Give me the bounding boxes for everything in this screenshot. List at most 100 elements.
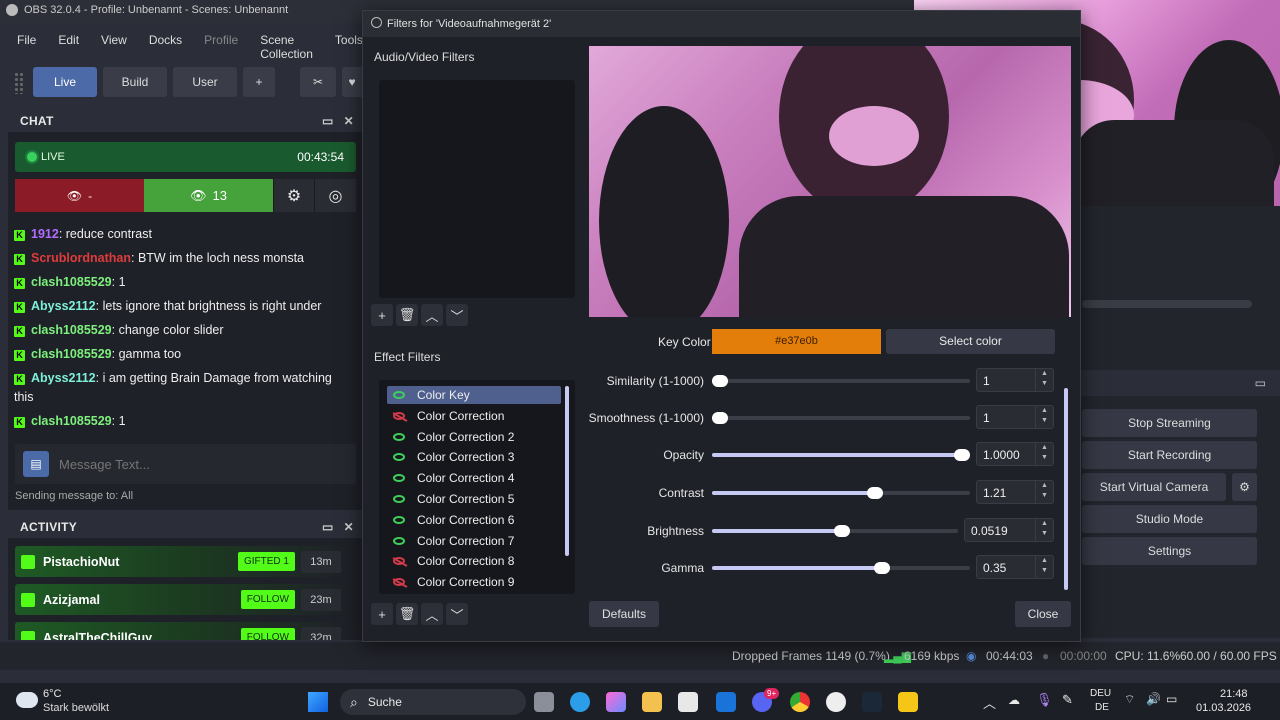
eye-off-icon[interactable] [393, 557, 405, 566]
chrome-icon[interactable] [790, 692, 810, 712]
wifi-icon[interactable]: ⌔ [1124, 692, 1135, 707]
eye-icon[interactable] [393, 515, 405, 524]
app-icon[interactable] [898, 692, 918, 712]
eye-icon[interactable] [393, 391, 405, 399]
move-up-icon[interactable]: ︿ [421, 603, 443, 625]
task-view-icon[interactable] [534, 692, 554, 712]
spin-arrows-icon[interactable]: ▲ ▼ [1035, 519, 1053, 541]
cloud-icon[interactable]: ☁ [1008, 693, 1020, 707]
menu-scene-collection[interactable]: Scene Collection [249, 28, 324, 61]
settings-button[interactable]: Settings [1082, 537, 1257, 565]
live-button[interactable]: Live [33, 67, 97, 97]
clock-time[interactable]: 21:48 [1220, 688, 1248, 700]
effect-filter-item[interactable]: Color Correction 3 [387, 448, 561, 466]
drag-handle-icon[interactable] [14, 72, 24, 94]
steam-icon[interactable] [862, 692, 882, 712]
spin-arrows-icon[interactable]: ▲ ▼ [1035, 369, 1053, 391]
studio-mode-button[interactable]: Studio Mode [1082, 505, 1257, 533]
property-slider[interactable] [712, 412, 970, 424]
chat-username[interactable]: 1912 [31, 227, 59, 241]
defaults-button[interactable]: Defaults [589, 601, 659, 627]
activity-name[interactable]: Azizjamal [43, 593, 100, 607]
effect-filter-item[interactable]: Color Correction 8 [387, 552, 561, 570]
eye-icon[interactable] [393, 536, 405, 545]
mail-icon[interactable] [716, 692, 736, 712]
properties-scrollbar[interactable] [1064, 388, 1068, 590]
property-spinbox[interactable]: 1 ▲ ▼ [976, 368, 1054, 392]
pen-icon[interactable]: ✎ [1062, 692, 1073, 708]
chat-bubble-icon[interactable]: ▤ [23, 451, 49, 477]
slider-handle[interactable] [866, 487, 883, 499]
add-filter-button[interactable]: + [371, 603, 393, 625]
property-spinbox[interactable]: 1.0000 ▲ ▼ [976, 442, 1054, 466]
eye-icon[interactable] [393, 453, 405, 462]
start-virtual-camera-button[interactable]: Start Virtual Camera [1082, 473, 1226, 501]
volume-icon[interactable]: 🔊 [1146, 692, 1161, 706]
battery-icon[interactable]: ▭ [1166, 692, 1177, 706]
edge-icon[interactable] [570, 692, 590, 712]
menu-profile[interactable]: Profile [193, 28, 249, 52]
slider-handle[interactable] [874, 562, 891, 574]
chat-username[interactable]: Abyss2112 [31, 299, 96, 313]
slider-handle[interactable] [712, 375, 728, 387]
windows-start-icon[interactable] [308, 692, 328, 712]
eye-icon[interactable] [393, 495, 405, 503]
microphone-icon[interactable]: 🎙 [1036, 692, 1053, 708]
trash-icon[interactable]: 🗑 [396, 304, 418, 326]
message-input[interactable] [59, 456, 319, 472]
heart-icon[interactable]: ♥ [342, 67, 362, 97]
property-spinbox[interactable]: 0.0519 ▲ ▼ [964, 518, 1054, 542]
close-icon[interactable]: ✕ [344, 520, 354, 534]
property-spinbox[interactable]: 0.35 ▲ ▼ [976, 555, 1054, 579]
chat-username[interactable]: clash1085529 [31, 323, 112, 337]
effect-filters-scrollbar[interactable] [565, 386, 569, 556]
close-icon[interactable]: ✕ [344, 114, 354, 128]
store-icon[interactable] [678, 692, 698, 712]
close-button[interactable]: Close [1015, 601, 1071, 627]
effect-filter-item[interactable]: Color Correction 9 [387, 573, 561, 591]
move-down-icon[interactable]: ﹀ [446, 603, 468, 625]
spin-arrows-icon[interactable]: ▲ ▼ [1035, 481, 1053, 503]
gear-icon[interactable]: ⚙ [273, 179, 314, 212]
chat-username[interactable]: clash1085529 [31, 414, 112, 428]
explorer-icon[interactable] [642, 692, 662, 712]
user-button[interactable]: User [173, 67, 237, 97]
chat-username[interactable]: Abyss2112 [31, 371, 96, 385]
copilot-icon[interactable] [606, 692, 626, 712]
obs-icon[interactable] [826, 692, 846, 712]
effect-filter-item[interactable]: Color Correction 5 [387, 490, 561, 508]
effect-filter-item[interactable]: Color Correction [387, 407, 561, 425]
property-slider[interactable] [712, 449, 970, 461]
spin-arrows-icon[interactable]: ▲ ▼ [1035, 406, 1053, 428]
menu-edit[interactable]: Edit [47, 28, 90, 52]
effect-filter-item[interactable]: Color Correction 7 [387, 532, 561, 550]
property-spinbox[interactable]: 1 ▲ ▼ [976, 405, 1054, 429]
gear-icon[interactable]: ⚙ [1232, 473, 1257, 501]
menu-file[interactable]: File [6, 28, 47, 52]
clock-date[interactable]: 01.03.2026 [1196, 702, 1251, 714]
slider-handle[interactable] [954, 449, 970, 461]
add-filter-button[interactable]: + [371, 304, 393, 326]
float-icon[interactable]: ▭ [1255, 376, 1266, 390]
activity-name[interactable]: AstralTheChillGuy [43, 631, 152, 641]
chat-username[interactable]: Scrublordnathan [31, 251, 131, 265]
menu-view[interactable]: View [90, 28, 138, 52]
slider-handle[interactable] [833, 525, 850, 537]
chat-username[interactable]: clash1085529 [31, 275, 112, 289]
chat-username[interactable]: clash1085529 [31, 347, 112, 361]
move-down-icon[interactable]: ﹀ [446, 304, 468, 326]
float-icon[interactable]: ▭ [322, 520, 334, 534]
property-slider[interactable] [712, 375, 970, 387]
av-filters-list[interactable] [379, 80, 575, 298]
move-up-icon[interactable]: ︿ [421, 304, 443, 326]
trash-icon[interactable]: 🗑 [396, 603, 418, 625]
effect-filter-item[interactable]: Color Key [387, 386, 561, 404]
spin-arrows-icon[interactable]: ▲ ▼ [1035, 556, 1053, 578]
property-slider[interactable] [712, 525, 958, 537]
float-icon[interactable]: ▭ [322, 114, 334, 128]
effect-filter-item[interactable]: Color Correction 6 [387, 511, 561, 529]
spin-arrows-icon[interactable]: ▲ ▼ [1035, 443, 1053, 465]
activity-name[interactable]: PistachioNut [43, 555, 119, 569]
build-button[interactable]: Build [103, 67, 167, 97]
language-1[interactable]: DEU [1090, 688, 1111, 699]
